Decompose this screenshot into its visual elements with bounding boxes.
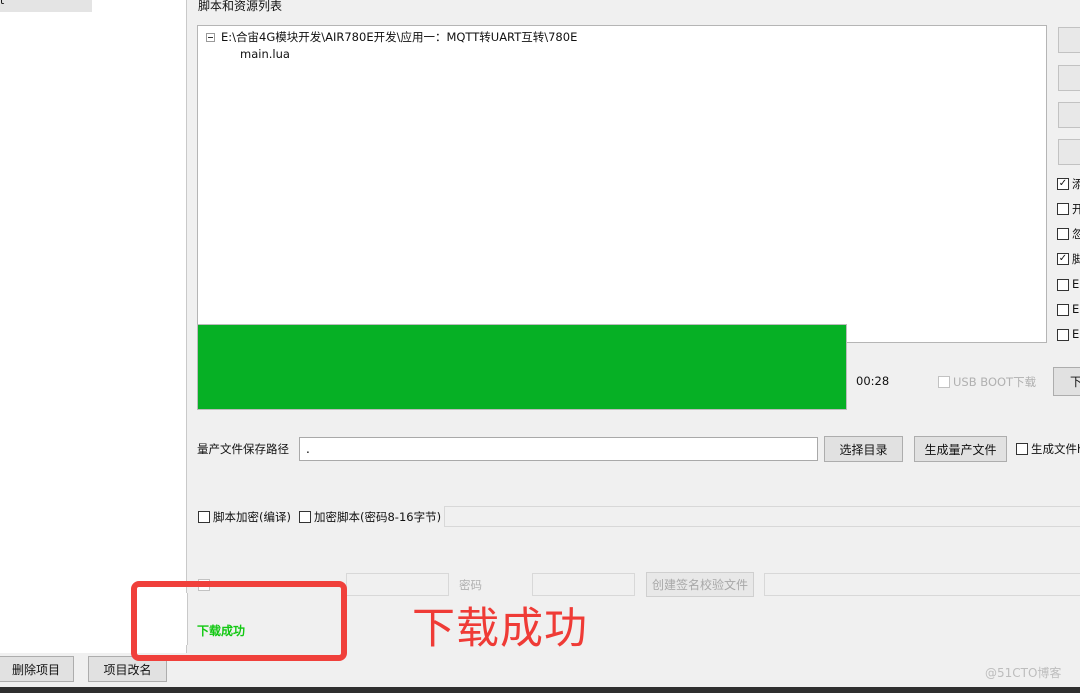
option-checkbox-4[interactable]: ✓ [1057,253,1069,265]
option-checkbox-3[interactable] [1057,228,1069,240]
option-checkbox-1[interactable]: ✓ [1057,178,1069,190]
collapse-toggle-icon[interactable] [206,33,215,42]
option-label-6-partial: E0 [1072,302,1080,316]
selected-project-label-partial: t [0,0,5,7]
side-action-button-1[interactable] [1058,27,1080,53]
annotation-highlight-box [131,581,347,661]
option-checkbox-6[interactable] [1057,304,1069,316]
option-label-2-partial: 开 [1072,202,1080,216]
compile-encrypt-label: 脚本加密(编译) [213,510,291,524]
usb-boot-label: USB BOOT下载 [953,375,1037,389]
tree-root-folder[interactable]: E:\合宙4G模块开发\AIR780E开发\应用一：MQTT转UART互转\78… [221,29,577,45]
option-label-7-partial: E0 [1072,327,1080,341]
save-path-label: 量产文件保存路径 [197,442,289,456]
annotation-text: 下载成功 [412,604,588,654]
save-path-input[interactable] [299,437,818,461]
script-list-label: 脚本和资源列表 [198,0,283,13]
script-resource-tree[interactable]: E:\合宙4G模块开发\AIR780E开发\应用一：MQTT转UART互转\78… [197,25,1047,343]
disabled-field-1[interactable] [346,573,449,596]
generate-file-label-partial: 生成文件h [1031,442,1080,456]
password-label: 密码 [459,578,482,592]
compile-encrypt-checkbox[interactable] [198,511,210,523]
choose-directory-button[interactable]: 选择目录 [824,436,903,462]
option-label-4-partial: 脚 [1072,252,1080,266]
create-signature-button[interactable]: 创建签名校验文件 [646,572,754,597]
project-list-panel[interactable] [0,0,187,653]
elapsed-time: 00:28 [856,374,890,388]
option-checkbox-7[interactable] [1057,329,1069,341]
tree-file-main-lua[interactable]: main.lua [240,47,290,61]
disabled-password-field[interactable] [532,573,635,596]
script-encrypt-label: 加密脚本(密码8-16字节) [314,510,442,524]
progress-fill [198,325,846,409]
option-checkbox-2[interactable] [1057,203,1069,215]
script-encrypt-checkbox[interactable] [299,511,311,523]
generate-file-checkbox[interactable] [1016,443,1028,455]
side-action-button-2[interactable] [1058,65,1080,91]
option-label-5-partial: E0 [1072,277,1080,291]
watermark: @51CTO博客 [985,666,1062,680]
generate-mass-file-button[interactable]: 生成量产文件 [914,436,1007,462]
download-button[interactable]: 下 [1053,367,1080,396]
taskbar-strip [0,687,1080,693]
selected-project-row[interactable] [0,0,92,12]
download-progress-bar [197,324,847,410]
option-label-3-partial: 忽 [1072,227,1080,241]
side-action-button-3[interactable] [1058,102,1080,128]
delete-project-button[interactable]: 删除项目 [0,656,74,682]
signature-path-field[interactable] [764,573,1080,596]
encrypt-password-input[interactable] [444,506,1080,527]
option-checkbox-5[interactable] [1057,279,1069,291]
option-label-1-partial: 添 [1072,177,1080,191]
usb-boot-checkbox[interactable] [938,376,950,388]
side-action-button-4[interactable] [1058,139,1080,165]
